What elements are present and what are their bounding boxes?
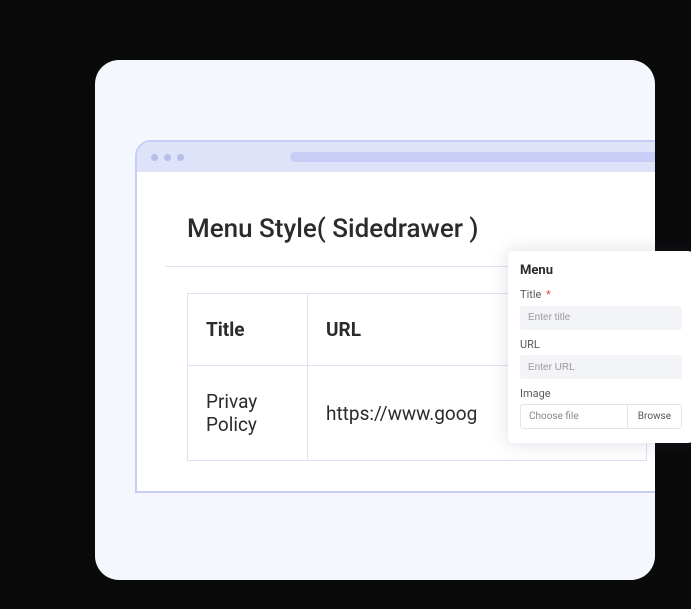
- browse-button[interactable]: Browse: [627, 405, 681, 428]
- panel-heading: Menu: [520, 263, 682, 278]
- url-input[interactable]: [520, 355, 682, 379]
- title-input[interactable]: [520, 306, 682, 330]
- title-label-text: Title: [520, 288, 541, 301]
- browser-chrome: [137, 142, 655, 172]
- cell-title: Privay Policy: [188, 366, 308, 461]
- required-mark: *: [546, 288, 551, 301]
- traffic-light-icon: [164, 154, 171, 161]
- menu-form-panel: Menu Title * URL Image Choose file Brows…: [508, 251, 691, 443]
- url-label: URL: [520, 338, 682, 351]
- file-picker[interactable]: Choose file Browse: [520, 404, 682, 429]
- column-header-title: Title: [188, 294, 308, 366]
- title-label: Title *: [520, 288, 682, 301]
- file-choose-text: Choose file: [521, 405, 627, 428]
- image-label: Image: [520, 387, 682, 400]
- traffic-light-icon: [177, 154, 184, 161]
- traffic-light-icon: [151, 154, 158, 161]
- address-bar-mock: [290, 152, 655, 162]
